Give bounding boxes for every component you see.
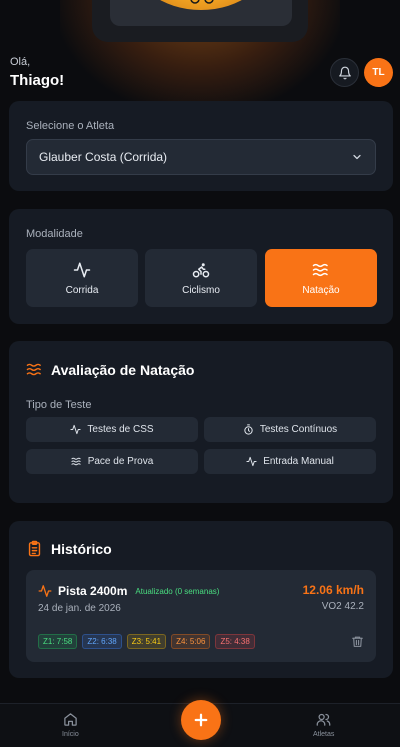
athlete-card: Selecione o Atleta Glauber Costa (Corrid…: [9, 101, 393, 191]
modality-label: Modalidade: [26, 228, 83, 240]
add-button[interactable]: [181, 700, 221, 740]
athlete-select-value: Glauber Costa (Corrida): [39, 150, 168, 164]
trash-icon[interactable]: [351, 635, 364, 648]
modality-ciclismo[interactable]: Ciclismo: [145, 249, 257, 307]
athlete-label: Selecione o Atleta: [26, 120, 115, 132]
modality-corrida-label: Corrida: [65, 284, 99, 296]
history-item-date: 24 de jan. de 2026: [38, 603, 121, 614]
history-item[interactable]: Pista 2400m Atualizado (0 semanas) 24 de…: [26, 570, 376, 662]
race-pace-label: Pace de Prova: [87, 456, 154, 467]
nav-athletes-label: Atletas: [313, 731, 335, 738]
modality-ciclismo-label: Ciclismo: [182, 284, 220, 296]
modality-natacao[interactable]: Natação: [265, 249, 377, 307]
athlete-select[interactable]: Glauber Costa (Corrida): [26, 139, 376, 175]
history-item-vo2: VO2 42.2: [321, 601, 364, 612]
bell-icon: [338, 66, 351, 79]
activity-icon: [73, 262, 91, 277]
timer-icon: [244, 424, 253, 435]
zone-badge-1: Z1: 7:58: [38, 634, 78, 649]
clipboard-list-icon: [28, 540, 41, 557]
waves-icon: [71, 457, 81, 466]
test-continuous-label: Testes Contínuos: [259, 424, 338, 435]
manual-entry-label: Entrada Manual: [263, 456, 334, 467]
evaluation-card: Avaliação de Natação Tipo de Teste Teste…: [9, 341, 393, 503]
zone-badge-4: Z4: 5:06: [171, 634, 211, 649]
nav-athletes[interactable]: Atletas: [313, 712, 334, 738]
bike-icon: [190, 0, 214, 4]
history-item-title: Pista 2400m Atualizado (0 semanas): [38, 584, 219, 598]
hero-image: [110, 0, 292, 26]
history-card: Histórico Pista 2400m Atualizado (0 sema…: [9, 521, 393, 678]
manual-entry-button[interactable]: Entrada Manual: [204, 449, 376, 474]
nav-home[interactable]: Início: [62, 712, 79, 738]
modality-corrida[interactable]: Corrida: [26, 249, 138, 307]
zone-list: Z1: 7:58 Z2: 6:38 Z3: 5:41 Z4: 5:06 Z5: …: [38, 634, 255, 649]
evaluation-title-text: Avaliação de Natação: [51, 361, 195, 378]
notifications-button[interactable]: [330, 58, 359, 87]
test-css-label: Testes de CSS: [87, 424, 154, 435]
greeting-name: Thiago!: [10, 72, 65, 89]
zone-badge-2: Z2: 6:38: [82, 634, 122, 649]
waves-icon: [312, 263, 328, 276]
zone-badge-3: Z3: 5:41: [126, 634, 167, 649]
greeting-hello: Olá,: [10, 56, 31, 68]
history-title-text: Histórico: [51, 540, 112, 557]
users-icon: [316, 713, 331, 726]
bike-icon: [192, 262, 210, 277]
waves-icon: [26, 363, 41, 376]
history-item-name: Pista 2400m: [58, 584, 128, 598]
modality-card: Modalidade Corrida Ciclismo Natação: [9, 209, 393, 324]
greeting: Olá, Thiago!: [10, 56, 64, 89]
zone-badge-5: Z5: 4:38: [215, 634, 255, 649]
nav-home-label: Início: [62, 731, 79, 738]
avatar[interactable]: TL: [364, 58, 393, 87]
chevron-down-icon: [353, 154, 361, 160]
evaluation-title: Avaliação de Natação: [26, 361, 194, 378]
activity-icon: [38, 585, 52, 597]
test-css-button[interactable]: Testes de CSS: [26, 417, 198, 442]
history-item-speed: 12.06 km/h: [302, 583, 364, 597]
race-pace-button[interactable]: Pace de Prova: [26, 449, 198, 474]
modality-natacao-label: Natação: [302, 284, 340, 296]
activity-icon: [246, 456, 257, 467]
test-continuous-button[interactable]: Testes Contínuos: [204, 417, 376, 442]
history-item-updated: Atualizado (0 semanas): [135, 586, 220, 596]
home-icon: [64, 713, 77, 726]
history-title: Histórico: [26, 540, 112, 557]
activity-icon: [70, 424, 82, 435]
plus-icon: [194, 713, 208, 727]
test-type-label: Tipo de Teste: [26, 399, 92, 411]
